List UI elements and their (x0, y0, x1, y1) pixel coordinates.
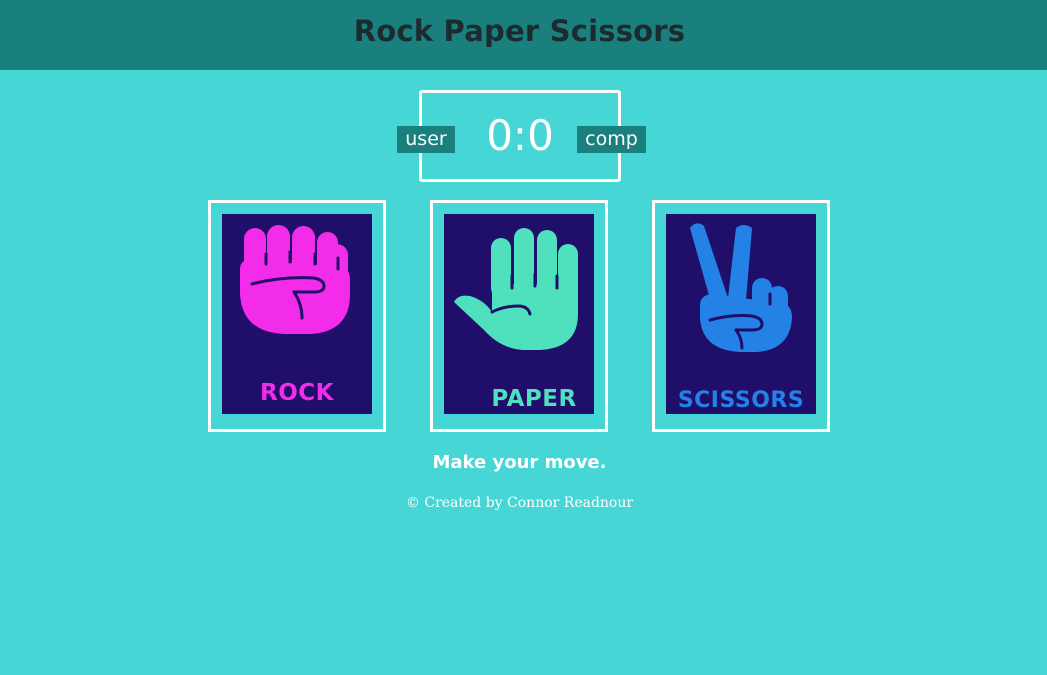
scoreboard: user 0:0 comp (397, 90, 646, 182)
open-hand-icon (454, 228, 578, 350)
status-message: Make your move. (432, 452, 607, 473)
rock-card: ROCK (222, 214, 372, 414)
rock-label: ROCK (260, 380, 334, 406)
scissors-card: SCISSORS (666, 214, 816, 414)
paper-card: PAPER (444, 214, 594, 414)
app-header: Rock Paper Scissors (0, 0, 1047, 70)
paper-choice-button[interactable]: PAPER (430, 200, 608, 432)
scissors-label: SCISSORS (677, 388, 805, 413)
rock-choice-button[interactable]: ROCK (208, 200, 386, 432)
paper-label: PAPER (491, 386, 577, 412)
peace-hand-icon (690, 223, 792, 352)
footer-credit: © Created by Connor Readnour (405, 495, 634, 511)
comp-score-label: comp (577, 126, 646, 153)
scissors-choice-button[interactable]: SCISSORS (652, 200, 830, 432)
page-title: Rock Paper Scissors (353, 14, 686, 48)
